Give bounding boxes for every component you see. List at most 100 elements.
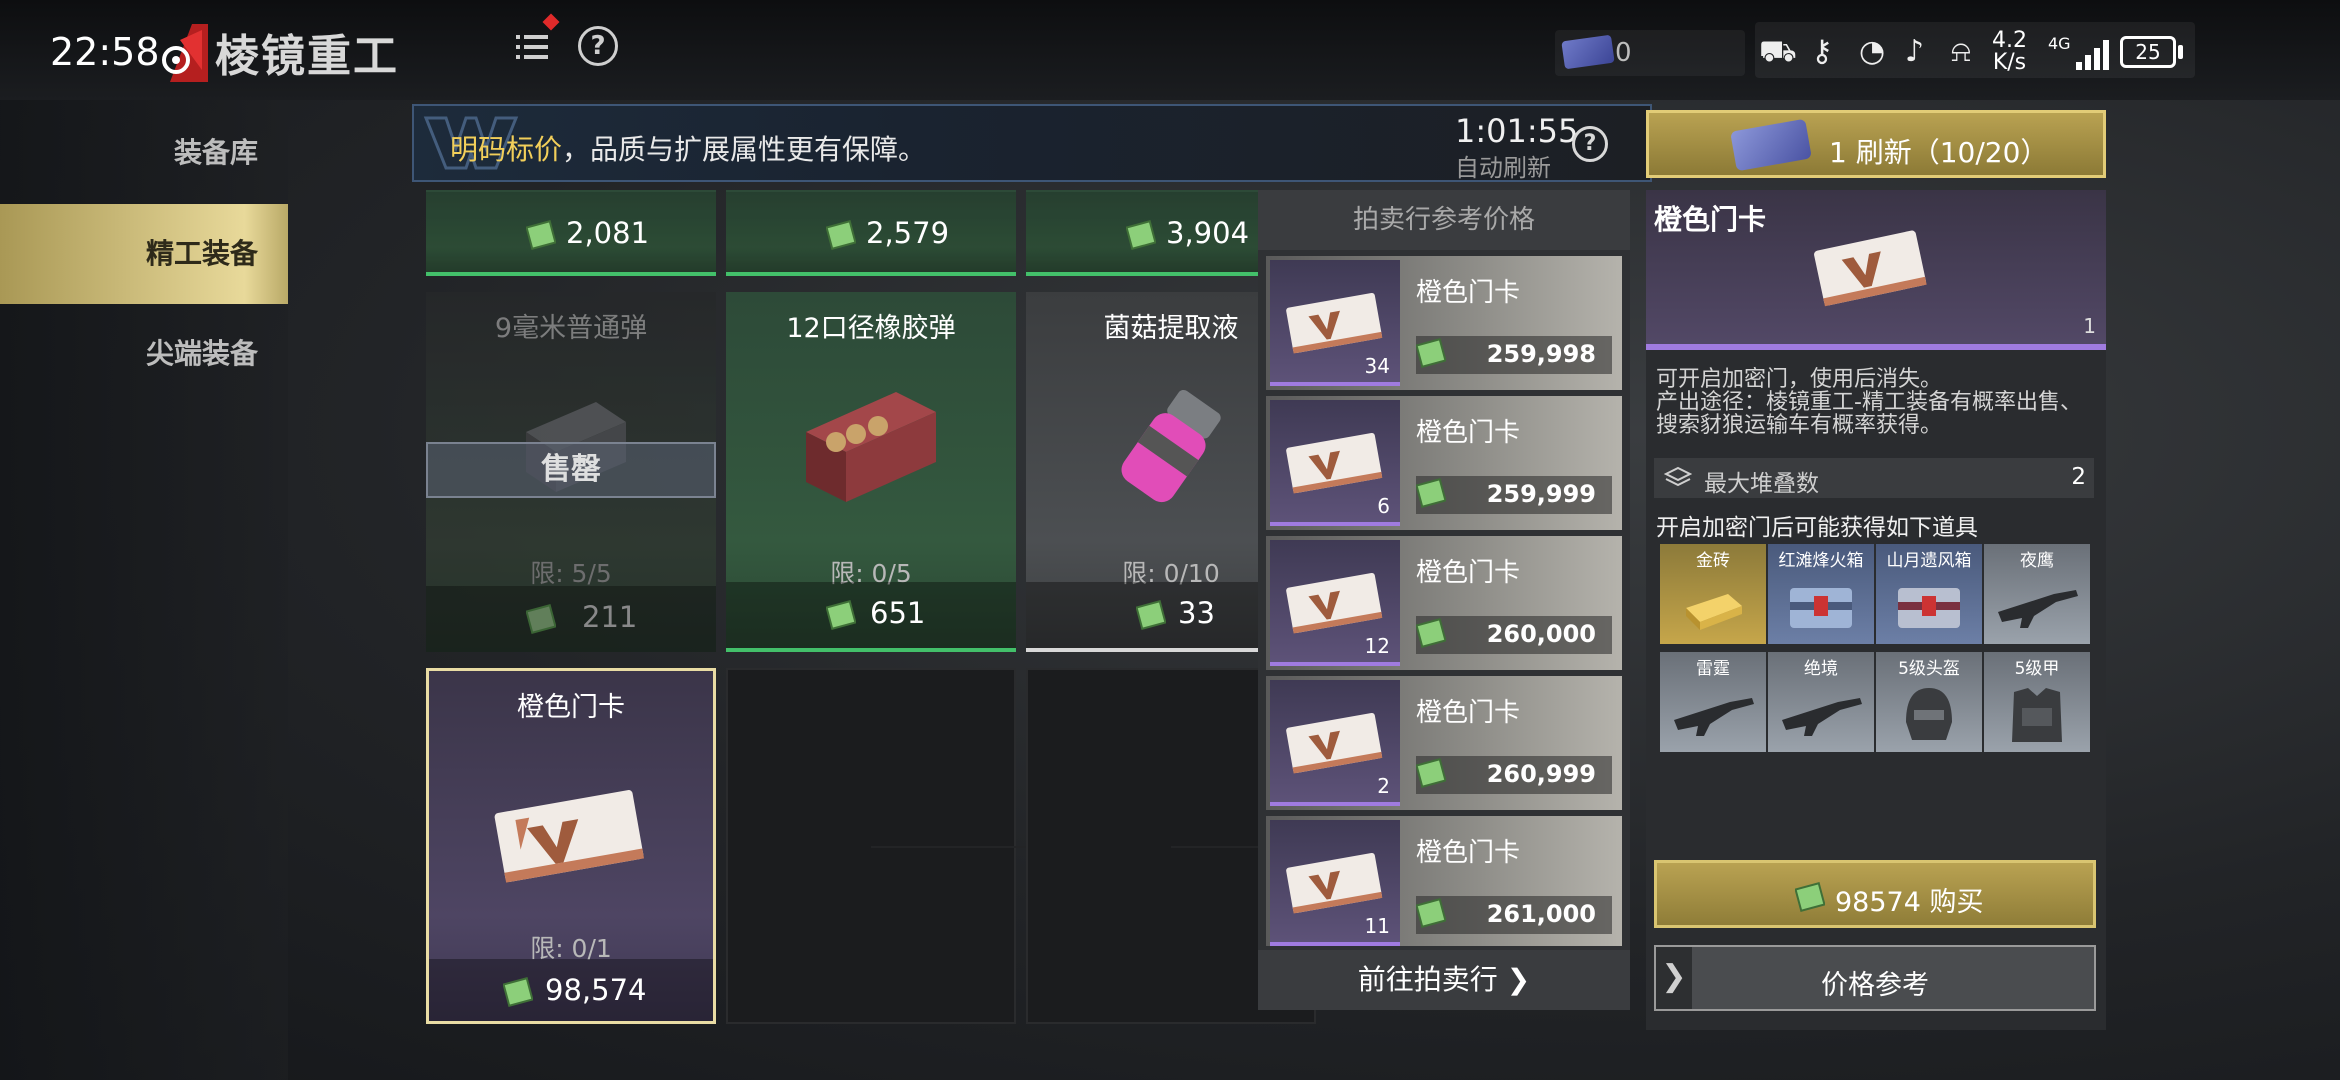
shop-item-card-selected[interactable]: 橙色门卡 限: 0/1 98,574 xyxy=(426,668,716,1024)
detail-description: 可开启加密门，使用后消失。 产出途径：棱镜重工-精工装备有概率出售、搜索豺狼运输… xyxy=(1656,368,2096,437)
auction-listing[interactable]: 11 橙色门卡 261,000 xyxy=(1266,816,1622,946)
network-speed: 4.2 K/s xyxy=(1992,30,2027,74)
auction-listing[interactable]: 2 橙色门卡 260,999 xyxy=(1266,676,1622,810)
stack-layers-icon xyxy=(1664,466,1692,487)
price-box: 2,579 xyxy=(726,192,1016,272)
listing-quantity: 6 xyxy=(1377,494,1390,518)
cash-icon xyxy=(1416,478,1446,508)
cash-icon xyxy=(1416,758,1446,788)
loot-item[interactable]: 5级甲 xyxy=(1984,652,2090,752)
buy-label: 98574 购买 xyxy=(1835,887,1984,918)
battery-icon: 25 xyxy=(2120,36,2176,68)
gold-bar-icon xyxy=(1686,594,1742,630)
listing-price: 259,999 xyxy=(1486,480,1596,508)
price-box: 211 xyxy=(426,586,716,652)
prism-logo-icon xyxy=(162,24,208,82)
orange-keycard-icon xyxy=(1286,433,1383,494)
shop-item-grid: 2,081 2,579 3,904 9毫米普通弹 售罄 限: 5/5 211 1… xyxy=(412,190,1332,1035)
shop-item-card[interactable]: 12口径橡胶弹 限: 0/5 651 xyxy=(726,292,1016,652)
loot-item-name: 山月遗风箱 xyxy=(1886,551,1972,571)
car-icon: ⛟ xyxy=(1759,34,1797,69)
item-detail-panel: 橙色门卡 1 可开启加密门，使用后消失。 产出途径：棱镜重工-精工装备有概率出售… xyxy=(1646,190,2106,1030)
listing-thumbnail: 2 xyxy=(1270,680,1400,806)
body-armor-icon xyxy=(2012,688,2062,742)
net-speed-unit: K/s xyxy=(1992,50,2027,75)
auction-listing[interactable]: 12 橙色门卡 260,000 xyxy=(1266,536,1622,670)
cash-icon xyxy=(526,220,556,250)
description-line: 可开启加密门，使用后消失。 xyxy=(1656,367,1943,392)
network-type: 4G xyxy=(2048,34,2071,53)
shop-item-card[interactable]: 2,081 xyxy=(426,190,716,276)
detail-item-name: 橙色门卡 xyxy=(1654,203,1767,236)
item-price: 98,574 xyxy=(545,973,647,1007)
sidebar-item-crafted-gear[interactable]: 精工装备 xyxy=(0,204,288,304)
menu-list-icon[interactable] xyxy=(510,25,554,69)
supply-crate-icon xyxy=(1790,588,1852,628)
item-price: 211 xyxy=(582,600,638,634)
speed-gauge-icon: ◔ xyxy=(1859,34,1886,69)
loot-item[interactable]: 山月遗风箱 xyxy=(1876,544,1982,644)
auction-listing[interactable]: 6 橙色门卡 259,999 xyxy=(1266,396,1622,530)
listing-price-box: 260,999 xyxy=(1416,756,1612,794)
item-name: 橙色门卡 xyxy=(517,692,625,723)
detail-header: 橙色门卡 1 xyxy=(1646,190,2106,350)
refresh-ticket-counter: 0 xyxy=(1555,30,1745,76)
microphone-icon: ♪ xyxy=(1905,34,1925,69)
listing-name: 橙色门卡 xyxy=(1416,558,1521,588)
shotgun-shell-box-icon xyxy=(806,392,936,502)
loot-item[interactable]: 金砖 xyxy=(1660,544,1766,644)
buy-button[interactable]: 98574 购买 xyxy=(1654,860,2096,928)
banner-text: 明码标价，品质与扩展属性更有保障。 xyxy=(450,128,926,168)
max-stack-label: 最大堆叠数 xyxy=(1704,471,1819,497)
loot-item[interactable]: 雷霆 xyxy=(1660,652,1766,752)
loot-item[interactable]: 绝境 xyxy=(1768,652,1874,752)
help-button[interactable]: ? xyxy=(578,26,618,66)
listing-thumbnail: 12 xyxy=(1270,540,1400,666)
description-line: 产出途径：棱镜重工-精工装备有概率出售、搜索豺狼运输车有概率获得。 xyxy=(1656,390,2082,438)
cash-icon xyxy=(826,600,856,630)
price-reference-button[interactable]: ❯ 价格参考 xyxy=(1654,945,2096,1011)
cash-icon xyxy=(1416,618,1446,648)
helmet-icon xyxy=(1906,688,1952,740)
ticket-icon xyxy=(1561,34,1615,70)
item-limit: 限: 5/5 xyxy=(530,559,612,588)
cash-icon xyxy=(1416,898,1446,928)
battery-tip xyxy=(2178,45,2183,59)
cash-icon xyxy=(1795,882,1825,912)
refresh-button[interactable]: 1 刷新（10/20） xyxy=(1646,110,2106,178)
listing-quantity: 12 xyxy=(1364,634,1390,658)
loot-item[interactable]: 夜鹰 xyxy=(1984,544,2090,644)
price-reference-label: 价格参考 xyxy=(1821,970,1929,1001)
listing-thumbnail: 6 xyxy=(1270,400,1400,526)
mute-bell-icon: ⍾ xyxy=(1951,34,1971,69)
listing-name: 橙色门卡 xyxy=(1416,418,1521,448)
auction-reference-panel: 拍卖行参考价格 34 橙色门卡 259,998 6 橙色门卡 259,999 1… xyxy=(1258,190,1630,1010)
net-speed-value: 4.2 xyxy=(1992,28,2027,53)
listing-price: 259,998 xyxy=(1486,340,1596,368)
go-to-auction-label: 前往拍卖行 xyxy=(1357,963,1498,996)
listing-quantity: 11 xyxy=(1364,914,1390,938)
loot-item[interactable]: 红滩烽火箱 xyxy=(1768,544,1874,644)
chevron-right-icon: ❯ xyxy=(1506,963,1531,996)
max-stack-row: 最大堆叠数 2 xyxy=(1654,458,2094,498)
refresh-label: 1 刷新（10/20） xyxy=(1829,136,2049,169)
listing-name: 橙色门卡 xyxy=(1416,698,1521,728)
supply-crate-icon xyxy=(1898,588,1960,628)
sidebar-item-armory[interactable]: 装备库 xyxy=(0,105,288,201)
cash-icon xyxy=(526,604,556,634)
timer-help-button[interactable]: ? xyxy=(1572,126,1608,162)
item-price: 651 xyxy=(870,596,926,630)
shop-item-card[interactable]: 2,579 xyxy=(726,190,1016,276)
refresh-timer: 1:01:55 xyxy=(1455,112,1579,150)
ticket-icon xyxy=(1730,118,1812,172)
app-title: 棱镜重工 xyxy=(215,31,399,82)
item-price: 33 xyxy=(1178,596,1215,630)
loot-item[interactable]: 5级头盔 xyxy=(1876,652,1982,752)
listing-price: 260,999 xyxy=(1486,760,1596,788)
item-price: 2,081 xyxy=(566,216,650,250)
auction-listing[interactable]: 34 橙色门卡 259,998 xyxy=(1266,256,1622,390)
go-to-auction-button[interactable]: 前往拍卖行 ❯ xyxy=(1258,950,1630,1010)
auto-refresh-label: 自动刷新 xyxy=(1455,154,1551,182)
sidebar-item-advanced-gear[interactable]: 尖端装备 xyxy=(0,306,288,402)
cash-icon xyxy=(1126,220,1156,250)
